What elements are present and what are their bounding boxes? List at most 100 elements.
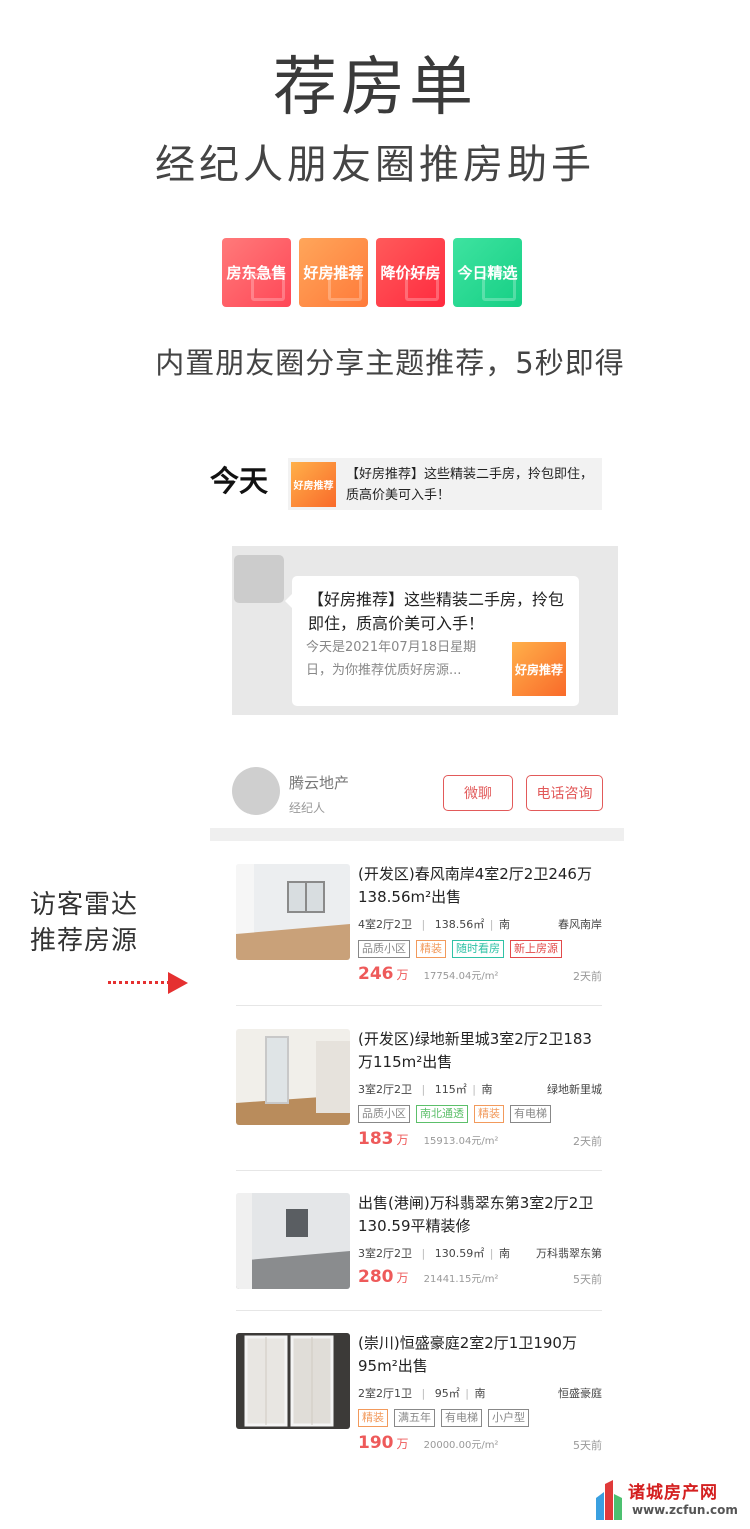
listing-item[interactable]: (崇川)恒盛豪庭2室2厅1卫190万95m²出售 2室2厅1卫 | 95㎡ | … <box>236 1333 602 1461</box>
tag: 新上房源 <box>510 940 562 958</box>
tag: 小户型 <box>488 1409 529 1427</box>
listing-layout: 4室2厅2卫 <box>358 918 412 931</box>
listing-title: 出售(港闸)万科翡翠东第3室2厅2卫130.59平精装修 <box>358 1194 594 1235</box>
listing-photo <box>236 864 350 960</box>
tag: 品质小区 <box>358 1105 410 1123</box>
listing-community: 恒盛豪庭 <box>558 1387 602 1400</box>
tag: 随时看房 <box>452 940 504 958</box>
arrow-line <box>108 981 170 984</box>
tag: 精装 <box>474 1105 504 1123</box>
post-thumbnail: 好房推荐 <box>291 462 336 507</box>
badge-today-pick[interactable]: 今日精选 <box>453 238 522 307</box>
listing-price: 183 <box>358 1129 394 1149</box>
listing-photo <box>236 1193 350 1289</box>
price-unit: 万 <box>396 1437 409 1451</box>
agent-name: 腾云地产 <box>289 774 350 792</box>
listing-size: 115㎡ <box>434 1083 467 1096</box>
listing-title: (开发区)春风南岸4室2厅2卫246万138.56m²出售 <box>358 865 592 906</box>
listing-price-row: 183 万 15913.04元/m² 2天前 <box>358 1129 602 1149</box>
listing-unit-price: 17754.04元/m² <box>423 971 499 982</box>
site-watermark: 诸城房产网 www.zcfun.com <box>594 1476 744 1524</box>
chat-preview: 【好房推荐】这些精装二手房，拎包即住，质高价美可入手！ 今天是2021年07月1… <box>232 546 618 715</box>
listing-layout: 2室2厅1卫 <box>358 1387 412 1400</box>
section-divider <box>210 828 624 841</box>
phone-consult-button[interactable]: 电话咨询 <box>526 775 603 811</box>
listing-orientation: 南 <box>498 918 510 931</box>
listing-item[interactable]: (开发区)春风南岸4室2厅2卫246万138.56m²出售 4室2厅2卫 | 1… <box>236 864 602 992</box>
listing-orientation: 南 <box>498 1247 510 1260</box>
listing-item[interactable]: (开发区)绿地新里城3室2厅2卫183万115m²出售 3室2厅2卫 | 115… <box>236 1029 602 1157</box>
badge-label: 好房推荐 <box>303 264 364 282</box>
listing-tags: 品质小区 南北通透 精装 有电梯 <box>358 1105 551 1123</box>
arrow-right-icon <box>168 972 188 994</box>
badge-label: 今日精选 <box>457 264 518 282</box>
listing-posted: 5天前 <box>573 1273 602 1286</box>
share-card[interactable]: 【好房推荐】这些精装二手房，拎包即住，质高价美可入手！ 今天是2021年07月1… <box>285 576 579 706</box>
listing-unit-price: 20000.00元/m² <box>423 1440 499 1451</box>
listing-tags: 品质小区 精装 随时看房 新上房源 <box>358 940 562 958</box>
listing-meta: 3室2厅2卫 | 130.59㎡ | 南 万科翡翠东第 <box>358 1247 602 1260</box>
tag: 有电梯 <box>510 1105 551 1123</box>
post-text: 【好房推荐】这些精装二手房，拎包即住，质高价美可入手！ <box>346 467 594 503</box>
page-title: 荐房单 <box>273 51 477 125</box>
divider <box>236 1170 602 1171</box>
badge-label: 房东急售 <box>226 264 287 282</box>
listing-item[interactable]: 出售(港闸)万科翡翠东第3室2厅2卫130.59平精装修 3室2厅2卫 | 13… <box>236 1193 602 1321</box>
listing-photo <box>236 1333 350 1429</box>
listing-price-row: 280 万 21441.15元/m² 5天前 <box>358 1267 602 1287</box>
watermark-url: www.zcfun.com <box>632 1503 738 1517</box>
listing-size: 138.56㎡ <box>434 918 485 931</box>
agent-avatar <box>232 767 280 815</box>
tagline: 内置朋友圈分享主题推荐，5秒即得 <box>155 346 625 380</box>
tag: 精装 <box>416 940 446 958</box>
badge-landlord-urgent[interactable]: 房东急售 <box>222 238 291 307</box>
theme-badges: 房东急售 好房推荐 降价好房 今日精选 <box>222 238 522 307</box>
tag: 品质小区 <box>358 940 410 958</box>
listing-tags: 精装 满五年 有电梯 小户型 <box>358 1409 529 1427</box>
moments-post[interactable]: 好房推荐 【好房推荐】这些精装二手房，拎包即住，质高价美可入手！ <box>288 458 602 510</box>
today-label: 今天 <box>210 464 269 498</box>
tag: 南北通透 <box>416 1105 468 1123</box>
listing-title: (开发区)绿地新里城3室2厅2卫183万115m²出售 <box>358 1030 592 1071</box>
listing-layout: 3室2厅2卫 <box>358 1083 412 1096</box>
tag: 有电梯 <box>441 1409 482 1427</box>
note-line-2: 推荐房源 <box>30 926 139 956</box>
share-card-title: 【好房推荐】这些精装二手房，拎包即住，质高价美可入手！ <box>308 590 565 633</box>
listing-price-row: 190 万 20000.00元/m² 5天前 <box>358 1433 602 1453</box>
listing-meta: 3室2厅2卫 | 115㎡ | 南 绿地新里城 <box>358 1083 602 1096</box>
listing-community: 绿地新里城 <box>547 1083 602 1096</box>
visitor-radar-note: 访客雷达 推荐房源 <box>30 887 138 959</box>
tag: 精装 <box>358 1409 388 1427</box>
listing-size: 95㎡ <box>434 1387 460 1400</box>
listing-size: 130.59㎡ <box>434 1247 485 1260</box>
note-line-1: 访客雷达 <box>30 890 139 920</box>
listing-unit-price: 21441.15元/m² <box>423 1274 499 1285</box>
price-unit: 万 <box>396 1133 409 1147</box>
badge-good-house[interactable]: 好房推荐 <box>299 238 368 307</box>
listing-title: (崇川)恒盛豪庭2室2厅1卫190万95m²出售 <box>358 1334 577 1375</box>
listing-photo <box>236 1029 350 1125</box>
listing-price: 280 <box>358 1267 394 1287</box>
share-card-thumbnail: 好房推荐 <box>512 642 566 696</box>
page-subtitle: 经纪人朋友圈推房助手 <box>155 142 595 188</box>
listing-community: 春风南岸 <box>558 918 602 931</box>
listing-meta: 2室2厅1卫 | 95㎡ | 南 恒盛豪庭 <box>358 1387 602 1400</box>
wechat-chat-button[interactable]: 微聊 <box>443 775 513 811</box>
listing-posted: 2天前 <box>573 1135 602 1148</box>
price-unit: 万 <box>396 968 409 982</box>
avatar <box>234 555 284 603</box>
listing-posted: 5天前 <box>573 1439 602 1452</box>
badge-label: 降价好房 <box>380 264 441 282</box>
listing-orientation: 南 <box>481 1083 493 1096</box>
agent-role: 经纪人 <box>289 801 326 815</box>
listing-price: 246 <box>358 964 394 984</box>
badge-price-drop[interactable]: 降价好房 <box>376 238 445 307</box>
share-card-desc: 今天是2021年07月18日星期日，为你推荐优质好房源... <box>306 640 477 678</box>
divider <box>236 1005 602 1006</box>
listing-price-row: 246 万 17754.04元/m² 2天前 <box>358 964 602 984</box>
listing-unit-price: 15913.04元/m² <box>423 1136 499 1147</box>
listing-meta: 4室2厅2卫 | 138.56㎡ | 南 春风南岸 <box>358 918 602 931</box>
listing-layout: 3室2厅2卫 <box>358 1247 412 1260</box>
divider <box>236 1310 602 1311</box>
building-logo-icon <box>596 1480 622 1520</box>
